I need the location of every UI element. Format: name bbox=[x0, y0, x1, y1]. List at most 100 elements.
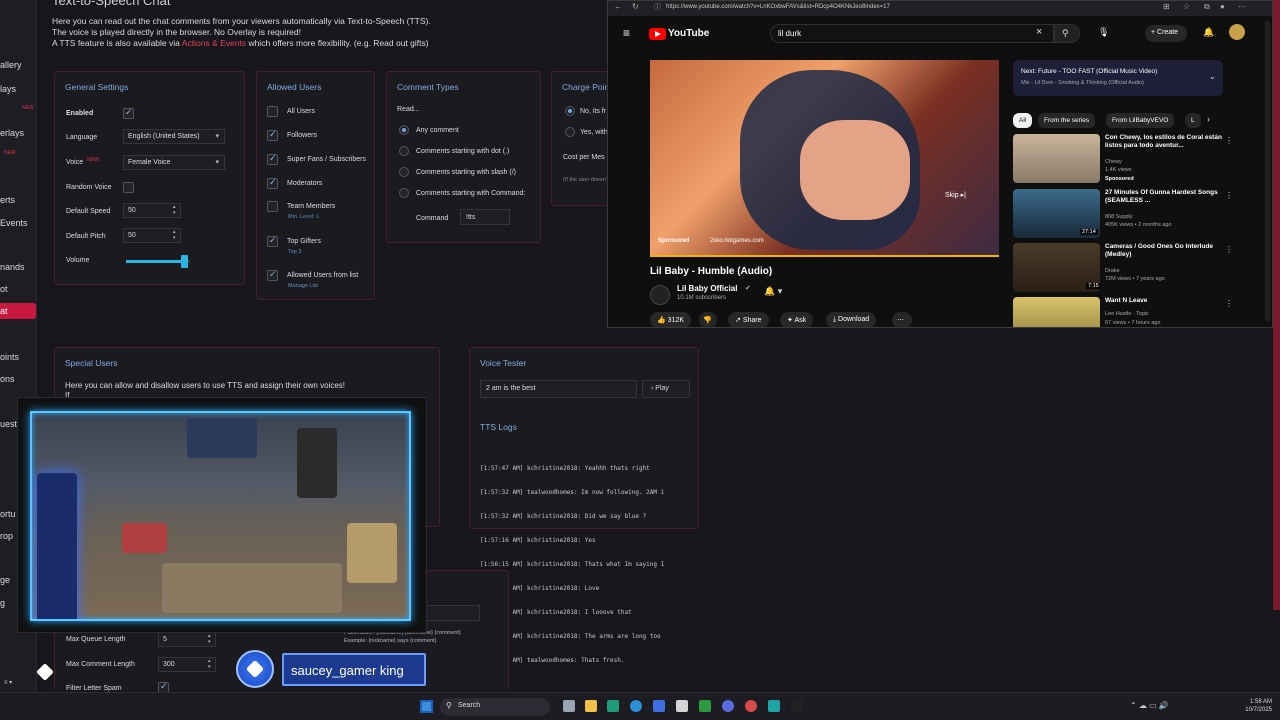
back-icon[interactable]: ← bbox=[614, 2, 622, 11]
share-button[interactable]: ↗ Share bbox=[728, 312, 769, 327]
sidebar-item-actions[interactable]: ons bbox=[0, 374, 15, 384]
chevron-down-icon[interactable]: ⌄ bbox=[1209, 72, 1216, 81]
sidebar-item-request[interactable]: uest bbox=[0, 419, 17, 429]
language-select[interactable]: English (United States) bbox=[123, 129, 225, 144]
sidebar-item-tts-chat[interactable]: at bbox=[0, 303, 36, 319]
task-view-icon[interactable] bbox=[563, 700, 575, 712]
edge-icon[interactable] bbox=[630, 700, 642, 712]
team-level-link[interactable]: Min. Level: 1 bbox=[288, 214, 319, 220]
video-thumbnail[interactable] bbox=[1013, 297, 1100, 327]
enabled-checkbox[interactable] bbox=[123, 107, 134, 119]
create-button[interactable]: + Create bbox=[1145, 25, 1187, 42]
store-icon[interactable] bbox=[676, 700, 688, 712]
more-options-icon[interactable]: ⋮ bbox=[1225, 245, 1233, 254]
bell-subscribe-icon[interactable]: 🔔 ▾ bbox=[764, 286, 782, 297]
random-voice-checkbox[interactable] bbox=[123, 182, 134, 193]
comment-length-input[interactable]: 300 bbox=[158, 657, 216, 672]
sidebar-item-overlays[interactable]: lays bbox=[0, 84, 16, 94]
team-members-checkbox[interactable] bbox=[267, 201, 278, 212]
extensions-icon[interactable]: ⊞ bbox=[1163, 2, 1170, 11]
chip-more[interactable]: L bbox=[1185, 113, 1201, 128]
channel-name[interactable]: Lil Baby Official bbox=[677, 284, 737, 293]
manage-list-link[interactable]: Manage List bbox=[288, 283, 318, 289]
app-icon[interactable] bbox=[768, 700, 780, 712]
more-options-icon[interactable]: ⋮ bbox=[1225, 299, 1233, 308]
search-button[interactable]: ⚲ bbox=[1054, 24, 1080, 43]
chip-all[interactable]: All bbox=[1013, 113, 1033, 128]
taskbar-search[interactable]: ⚲ Search bbox=[440, 698, 550, 716]
recommendation-item[interactable]: Con Chewy, los estilos de Coral están li… bbox=[1013, 134, 1233, 186]
pitch-input[interactable]: 50 bbox=[123, 228, 181, 243]
profile-icon[interactable]: ● bbox=[1220, 2, 1225, 11]
app-icon[interactable] bbox=[653, 700, 665, 712]
video-player[interactable]: Sponsored 2xko.riotgames.com bbox=[650, 60, 999, 257]
clock[interactable]: 1:58 AM 10/7/2025 bbox=[1245, 698, 1272, 714]
video-thumbnail[interactable] bbox=[1013, 134, 1100, 183]
sidebar-item-points[interactable]: oints bbox=[0, 352, 19, 362]
actions-events-link[interactable]: Actions & Events bbox=[182, 38, 246, 48]
like-button[interactable]: 👍 312K bbox=[650, 312, 692, 327]
voice-select[interactable]: Female Voice bbox=[123, 155, 225, 170]
video-progress-bar[interactable] bbox=[650, 255, 999, 257]
charge-no-radio[interactable] bbox=[565, 106, 575, 116]
menu-icon[interactable]: ≡ bbox=[623, 26, 630, 40]
youtube-logo-icon[interactable] bbox=[649, 28, 666, 40]
download-button[interactable]: ⤓ Download bbox=[826, 312, 877, 327]
dot-comment-radio[interactable] bbox=[399, 146, 409, 156]
app-icon[interactable] bbox=[607, 700, 619, 712]
sidebar-item-fortune[interactable]: ortu bbox=[0, 509, 16, 519]
moderators-checkbox[interactable] bbox=[267, 177, 278, 189]
allowed-list-checkbox[interactable] bbox=[267, 269, 278, 281]
sidebar-item-drop[interactable]: rop bbox=[0, 531, 13, 541]
ad-domain[interactable]: 2xko.riotgames.com bbox=[710, 238, 764, 244]
tiktok-icon[interactable] bbox=[791, 700, 803, 712]
charge-yes-radio[interactable] bbox=[565, 127, 575, 137]
clear-icon[interactable]: × bbox=[1036, 26, 1042, 38]
channel-avatar[interactable] bbox=[650, 285, 670, 305]
any-comment-radio[interactable] bbox=[399, 125, 409, 135]
volume-slider-thumb[interactable] bbox=[180, 255, 188, 268]
slash-comment-radio[interactable] bbox=[399, 167, 409, 177]
command-input[interactable]: !tts bbox=[460, 209, 510, 225]
file-explorer-icon[interactable] bbox=[585, 700, 597, 712]
avatar[interactable] bbox=[1229, 24, 1245, 40]
skip-ad-button[interactable]: Skip ▸| bbox=[945, 191, 966, 199]
chip-from-lilbabyvevo[interactable]: From LilBabyVEVO bbox=[1106, 113, 1175, 128]
next-video-card[interactable]: Next: Future - TOO FAST (Official Music … bbox=[1013, 60, 1223, 96]
sidebar-item-commands[interactable]: nands bbox=[0, 262, 25, 272]
queue-length-input[interactable]: 5 bbox=[158, 632, 216, 647]
collections-icon[interactable]: ⧉ bbox=[1204, 2, 1210, 12]
scrollbar[interactable] bbox=[1265, 21, 1270, 321]
chrome-icon[interactable] bbox=[745, 700, 757, 712]
superfans-checkbox[interactable] bbox=[267, 153, 278, 165]
url-text[interactable]: https://www.youtube.com/watch?v=LnKOxbwF… bbox=[666, 4, 890, 10]
top-gifters-checkbox[interactable] bbox=[267, 235, 278, 247]
top-gifters-link[interactable]: Top 3 bbox=[288, 249, 301, 255]
discord-icon[interactable] bbox=[722, 700, 734, 712]
placeholder-input[interactable] bbox=[420, 605, 480, 621]
sidebar-item-challenge[interactable]: ge bbox=[0, 575, 10, 585]
chevron-right-icon[interactable]: › bbox=[1207, 114, 1210, 124]
command-comment-radio[interactable] bbox=[399, 188, 409, 198]
dropdown-mini[interactable]: ≡ ▾ bbox=[4, 679, 12, 686]
start-icon[interactable] bbox=[420, 700, 433, 713]
refresh-icon[interactable]: ↻ bbox=[632, 2, 639, 11]
speed-input[interactable]: 50 bbox=[123, 203, 181, 218]
play-button[interactable]: › Play bbox=[642, 380, 690, 398]
more-options-icon[interactable]: ⋮ bbox=[1225, 191, 1233, 200]
sidebar-item-alerts[interactable]: erts bbox=[0, 195, 15, 205]
xbox-icon[interactable] bbox=[699, 700, 711, 712]
bell-icon[interactable]: 🔔 bbox=[1203, 27, 1214, 38]
followers-checkbox[interactable] bbox=[267, 129, 278, 141]
youtube-brand[interactable]: YouTube bbox=[668, 28, 709, 39]
dislike-button[interactable]: 👎 bbox=[699, 312, 717, 327]
more-icon[interactable]: ⋯ bbox=[1238, 2, 1246, 11]
sidebar-item-bot[interactable]: ot bbox=[0, 284, 8, 294]
favorite-icon[interactable]: ☆ bbox=[1183, 2, 1190, 11]
sidebar-item-events[interactable]: Events bbox=[0, 218, 28, 228]
chip-from-series[interactable]: From the series bbox=[1038, 113, 1096, 128]
voice-tester-input[interactable]: 2 am is the best bbox=[480, 380, 637, 398]
all-users-checkbox[interactable] bbox=[267, 106, 278, 117]
search-input[interactable] bbox=[770, 24, 1054, 43]
sidebar-item-overlays-2[interactable]: erlays bbox=[0, 128, 24, 138]
